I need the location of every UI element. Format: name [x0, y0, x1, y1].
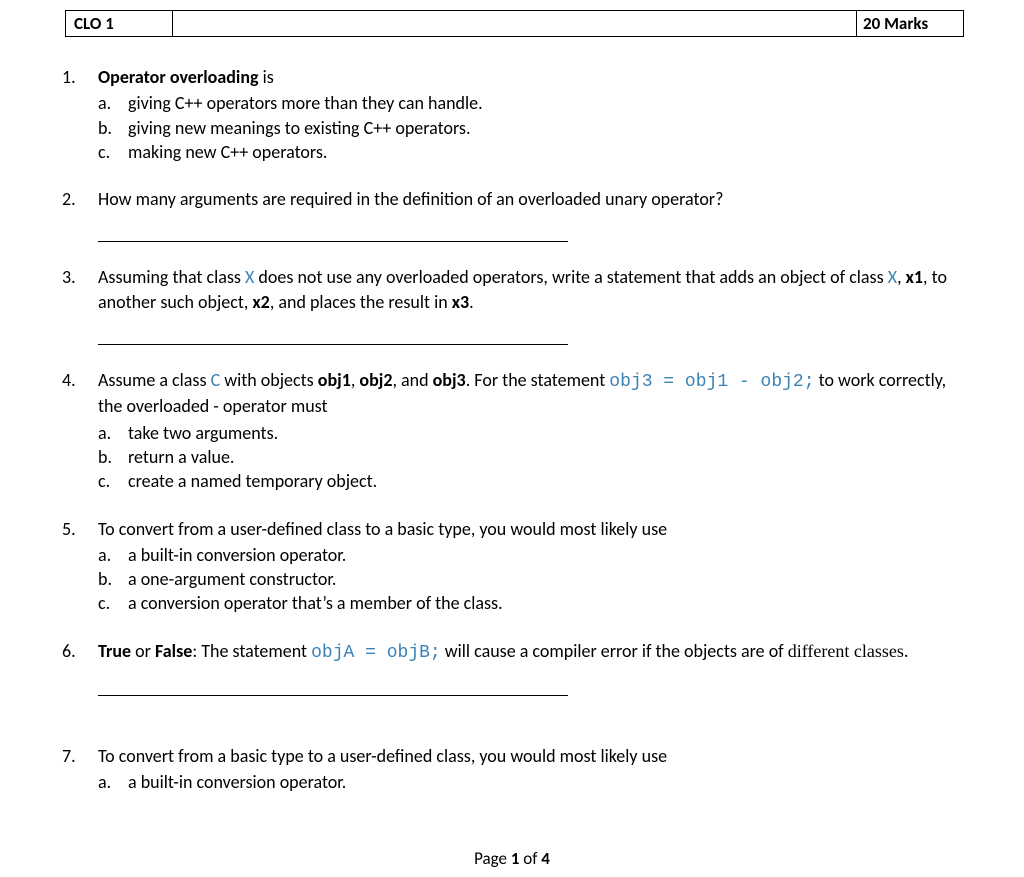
page: CLO 1 20 Marks Operator overloading isgi… — [0, 0, 1024, 795]
stem-part: . — [469, 291, 474, 313]
stem-part: does not use any overloaded operators, w… — [254, 266, 887, 288]
options-list: a built-in conversion operator. — [98, 770, 964, 794]
stem-part: x3 — [452, 291, 469, 313]
question-item: To convert from a user-defined class to … — [60, 517, 964, 616]
stem-part: X — [245, 266, 254, 288]
option-item: a built-in conversion operator. — [98, 543, 964, 567]
question-item: To convert from a basic type to a user-d… — [60, 744, 964, 795]
option-item: take two arguments. — [98, 421, 964, 445]
question-stem: To convert from a user-defined class to … — [98, 517, 964, 541]
stem-part: obj2 — [359, 369, 392, 391]
stem-part: obj1 — [318, 369, 351, 391]
option-item: a conversion operator that’s a member of… — [98, 591, 964, 615]
question-stem: To convert from a basic type to a user-d… — [98, 744, 964, 768]
question-stem: Operator overloading is — [98, 65, 964, 89]
footer-middle: of — [519, 848, 541, 869]
question-item: True or False: The statement objA = objB… — [60, 639, 964, 696]
options-list: a built-in conversion operator.a one-arg… — [98, 543, 964, 616]
footer-prefix: Page — [474, 848, 511, 869]
option-item: a one-argument constructor. — [98, 567, 964, 591]
stem-part: Assuming that class — [98, 266, 245, 288]
stem-part: . For the statement — [466, 369, 610, 391]
stem-part: Operator overloading — [98, 66, 259, 88]
header-marks-cell: 20 Marks — [856, 10, 964, 37]
question-stem: True or False: The statement objA = objB… — [98, 639, 964, 665]
header-spacer — [173, 10, 856, 37]
question-item: How many arguments are required in the d… — [60, 187, 964, 242]
stem-part: objA = objB; — [311, 643, 441, 663]
option-item: giving C++ operators more than they can … — [98, 91, 964, 115]
stem-part: different classes — [788, 641, 904, 661]
stem-part: X — [888, 266, 897, 288]
header-clo-cell: CLO 1 — [65, 10, 173, 37]
question-list: Operator overloading isgiving C++ operat… — [60, 65, 964, 795]
stem-part: To convert from a basic type to a user-d… — [98, 745, 667, 767]
options-list: giving C++ operators more than they can … — [98, 91, 964, 164]
stem-part: x2 — [252, 291, 269, 313]
stem-part: obj3 — [433, 369, 466, 391]
stem-part: , and — [392, 369, 432, 391]
stem-part: How many arguments are required in the d… — [98, 188, 723, 210]
answer-blank-line — [98, 241, 568, 242]
stem-part: False — [155, 640, 192, 662]
stem-part: obj3 = obj1 - obj2; — [609, 372, 814, 392]
question-stem: Assume a class C with objects obj1, obj2… — [98, 368, 964, 419]
stem-part: True — [98, 640, 131, 662]
page-footer: Page 1 of 4 — [0, 848, 1024, 869]
options-list: take two arguments.return a value.create… — [98, 421, 964, 494]
question-item: Assuming that class X does not use any o… — [60, 265, 964, 345]
question-stem: How many arguments are required in the d… — [98, 187, 964, 211]
answer-blank-line — [98, 695, 568, 696]
option-item: a built-in conversion operator. — [98, 770, 964, 794]
stem-part: with objects — [220, 369, 318, 391]
option-item: create a named temporary object. — [98, 469, 964, 493]
option-item: return a value. — [98, 445, 964, 469]
stem-part: : The statement — [192, 640, 311, 662]
option-item: making new C++ operators. — [98, 140, 964, 164]
question-item: Assume a class C with objects obj1, obj2… — [60, 368, 964, 493]
stem-part: , — [897, 266, 906, 288]
stem-part: x1 — [906, 266, 923, 288]
header-row: CLO 1 20 Marks — [65, 10, 964, 37]
stem-part: To convert from a user-defined class to … — [98, 518, 667, 540]
footer-total: 4 — [541, 848, 550, 869]
stem-part: is — [259, 66, 274, 88]
option-item: giving new meanings to existing C++ oper… — [98, 116, 964, 140]
stem-part: Assume a class — [98, 369, 211, 391]
question-item: Operator overloading isgiving C++ operat… — [60, 65, 964, 164]
stem-part: or — [131, 640, 155, 662]
stem-part: C — [211, 369, 221, 391]
question-stem: Assuming that class X does not use any o… — [98, 265, 964, 314]
answer-blank-line — [98, 344, 568, 345]
stem-part: . — [904, 640, 909, 662]
stem-part: , and places the result in — [270, 291, 452, 313]
stem-part: will cause a compiler error if the objec… — [441, 640, 788, 662]
